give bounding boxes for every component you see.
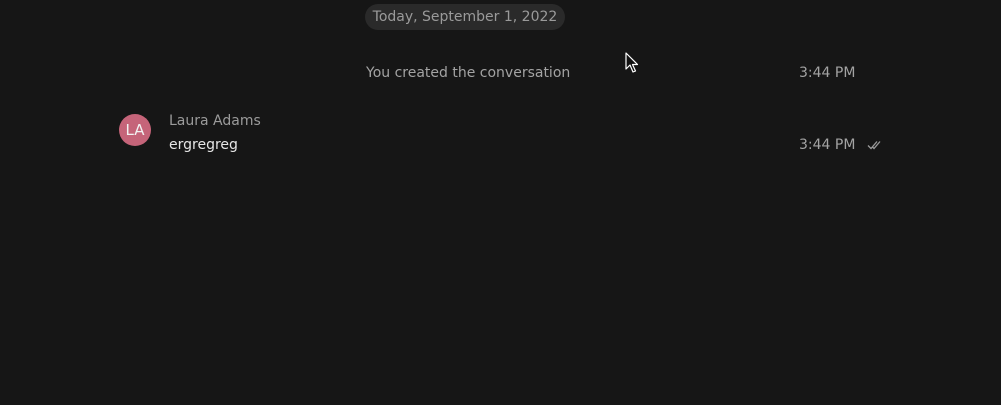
mouse-cursor-icon [625, 52, 639, 73]
avatar[interactable]: LA [119, 114, 151, 146]
double-check-icon [867, 141, 881, 150]
conversation-view: Today, September 1, 2022 You created the… [0, 0, 1001, 405]
message-text: ergregreg [169, 137, 238, 153]
date-separator: Today, September 1, 2022 [365, 4, 565, 30]
system-event-text: You created the conversation [366, 65, 571, 81]
sender-name[interactable]: Laura Adams [169, 111, 261, 131]
message-time: 3:44 PM [799, 137, 856, 153]
system-event-time: 3:44 PM [799, 65, 856, 81]
